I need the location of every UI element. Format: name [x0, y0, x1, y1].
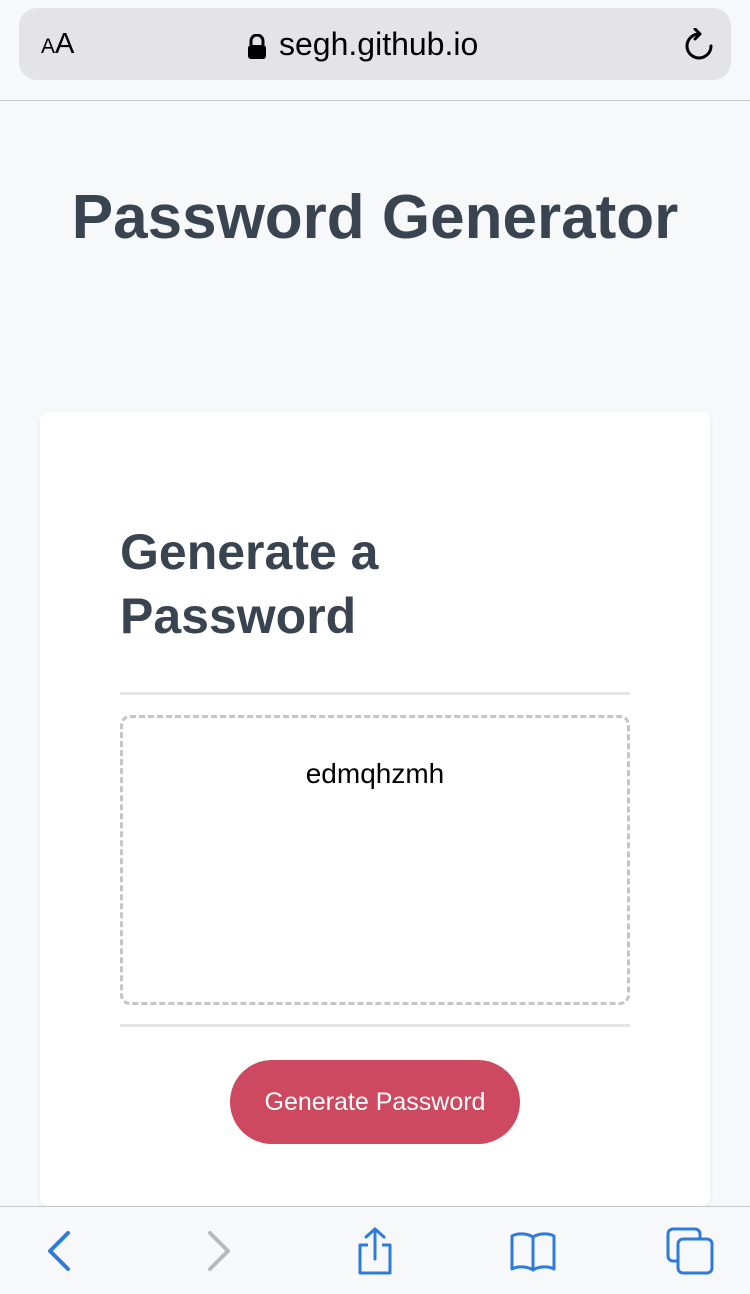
- browser-top-bar: AA segh.github.io: [0, 0, 750, 101]
- page: AA segh.github.io Password Generator Gen…: [0, 0, 750, 1294]
- back-icon[interactable]: [36, 1227, 84, 1275]
- divider-bottom: [120, 1024, 630, 1027]
- url-text: segh.github.io: [279, 25, 479, 62]
- page-title: Password Generator: [71, 183, 679, 252]
- password-text: edmqhzmh: [305, 758, 445, 789]
- share-icon[interactable]: [351, 1227, 399, 1275]
- url-display[interactable]: segh.github.io: [247, 26, 478, 62]
- text-size-small-glyph: A: [41, 35, 56, 58]
- card-title: Generate a Password: [120, 524, 379, 644]
- generator-card: Generate a Password edmqhzmh Generate Pa…: [40, 412, 710, 1206]
- browser-bottom-toolbar: [0, 1206, 750, 1294]
- divider-top: [120, 692, 630, 695]
- tabs-icon[interactable]: [666, 1227, 714, 1275]
- generate-password-button[interactable]: Generate Password: [230, 1060, 520, 1144]
- text-size-large-glyph: A: [55, 28, 75, 60]
- text-size-button[interactable]: AA: [41, 28, 74, 60]
- reload-icon[interactable]: [683, 27, 715, 62]
- password-output[interactable]: edmqhzmh: [120, 715, 630, 1005]
- lock-icon: [247, 31, 267, 59]
- bookmarks-icon[interactable]: [509, 1227, 557, 1275]
- address-bar[interactable]: AA segh.github.io: [19, 8, 731, 80]
- forward-icon[interactable]: [194, 1227, 242, 1275]
